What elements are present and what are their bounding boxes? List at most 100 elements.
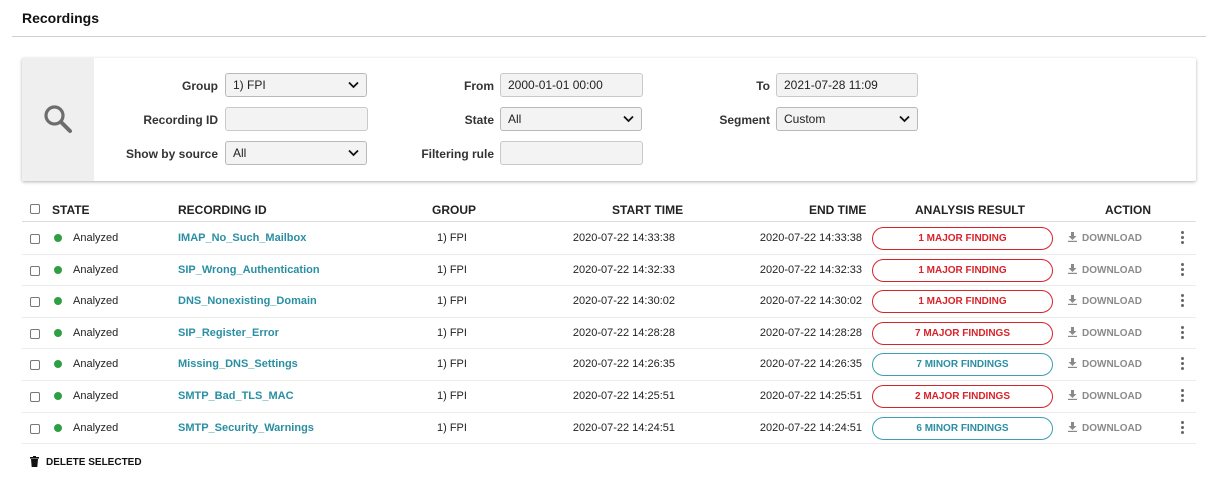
- row-checkbox[interactable]: [30, 392, 40, 402]
- table-row[interactable]: Analyzed DNS_Nonexisting_Domain 1) FPI 2020…: [22, 286, 1196, 318]
- end-time-text: 2020-07-22 14:26:35: [759, 358, 862, 371]
- download-label: DOWNLOAD: [1082, 422, 1142, 434]
- row-checkbox[interactable]: [30, 297, 40, 308]
- state-select[interactable]: All: [500, 107, 642, 131]
- more-actions-kebab-icon[interactable]: [1177, 325, 1187, 342]
- recording-id-link[interactable]: IMAP_No_Such_Mailbox: [178, 232, 306, 244]
- more-actions-kebab-icon[interactable]: [1177, 357, 1187, 373]
- download-label: DOWNLOAD: [1082, 296, 1142, 308]
- row-checkbox[interactable]: [30, 423, 40, 434]
- analysis-result-badge[interactable]: 7 MINOR FINDINGS: [872, 353, 1053, 377]
- download-icon: [1068, 326, 1077, 337]
- search-icon: [44, 105, 72, 133]
- analysis-result-badge[interactable]: 6 MINOR FINDINGS: [872, 416, 1053, 440]
- row-checkbox[interactable]: [30, 360, 40, 371]
- to-date-input[interactable]: 2021-07-28 11:09: [776, 73, 918, 97]
- more-actions-kebab-icon[interactable]: [1177, 294, 1187, 310]
- col-state-header[interactable]: STATE: [52, 203, 90, 217]
- state-text: Analyzed: [73, 232, 119, 244]
- table-row[interactable]: Analyzed SMTP_Bad_TLS_MAC 1) FPI 2020-07-22…: [22, 381, 1196, 413]
- page-title: Recordings: [22, 10, 100, 26]
- download-button[interactable]: DOWNLOAD: [1068, 295, 1142, 307]
- more-actions-kebab-icon[interactable]: [1177, 262, 1187, 279]
- end-time-text: 2020-07-22 14:32:33: [759, 263, 862, 276]
- state-indicator-icon: [54, 423, 62, 432]
- col-recording-id-header[interactable]: RECORDING ID: [178, 203, 267, 217]
- recording-id-label: Recording ID: [143, 113, 218, 127]
- chevron-down-icon: [348, 81, 359, 89]
- row-checkbox[interactable]: [30, 328, 40, 339]
- recording-id-link[interactable]: DNS_Nonexisting_Domain: [178, 295, 317, 307]
- recording-id-link[interactable]: SMTP_Bad_TLS_MAC: [178, 390, 294, 402]
- end-time-text: 2020-07-22 14:33:38: [759, 232, 862, 244]
- show-by-source-value: All: [233, 146, 247, 160]
- select-all-checkbox[interactable]: [30, 204, 40, 214]
- row-checkbox[interactable]: [30, 234, 40, 244]
- more-actions-kebab-icon[interactable]: [1177, 389, 1187, 405]
- recording-id-link[interactable]: SMTP_Security_Warnings: [178, 422, 314, 434]
- analysis-result-badge[interactable]: 7 MAJOR FINDINGS: [872, 321, 1053, 345]
- recording-id-link[interactable]: Missing_DNS_Settings: [178, 358, 298, 370]
- state-text: Analyzed: [73, 390, 119, 402]
- table-row[interactable]: Analyzed IMAP_No_Such_Mailbox 1) FPI 2020-0…: [22, 223, 1196, 255]
- state-indicator-icon: [54, 234, 62, 242]
- col-action-header: ACTION: [1105, 203, 1151, 217]
- analysis-result-badge[interactable]: 1 MAJOR FINDING: [872, 258, 1053, 282]
- download-label: DOWNLOAD: [1082, 264, 1142, 276]
- filtering-rule-input[interactable]: [500, 141, 643, 165]
- start-time-text: 2020-07-22 14:28:28: [572, 326, 675, 339]
- analysis-result-badge[interactable]: 1 MAJOR FINDING: [872, 227, 1053, 250]
- download-button[interactable]: DOWNLOAD: [1068, 358, 1142, 370]
- recording-id-link[interactable]: SIP_Register_Error: [178, 327, 279, 339]
- from-date-input[interactable]: 2000-01-01 00:00: [500, 73, 643, 97]
- state-indicator-icon: [54, 328, 62, 337]
- download-label: DOWNLOAD: [1082, 233, 1142, 244]
- more-actions-kebab-icon[interactable]: [1177, 231, 1187, 247]
- group-text: 1) FPI: [437, 421, 467, 434]
- segment-select[interactable]: Custom: [776, 107, 918, 131]
- state-label: State: [464, 113, 494, 127]
- recording-id-input[interactable]: [225, 107, 368, 131]
- analysis-result-badge[interactable]: 1 MAJOR FINDING: [872, 290, 1053, 314]
- download-button[interactable]: DOWNLOAD: [1068, 421, 1142, 434]
- col-analysis-result-header[interactable]: ANALYSIS RESULT: [915, 203, 1025, 217]
- table-row[interactable]: Analyzed SIP_Register_Error 1) FPI 2020-07-…: [22, 318, 1196, 350]
- filter-panel: Group 1) FPI Recording ID Show by source…: [22, 58, 1196, 181]
- end-time-text: 2020-07-22 14:30:02: [759, 295, 862, 308]
- col-group-header[interactable]: GROUP: [432, 203, 476, 217]
- recording-id-link[interactable]: SIP_Wrong_Authentication: [178, 264, 320, 276]
- more-actions-kebab-icon[interactable]: [1177, 420, 1187, 437]
- start-time-text: 2020-07-22 14:25:51: [572, 390, 675, 402]
- download-icon: [1068, 421, 1077, 432]
- analysis-result-badge[interactable]: 2 MAJOR FINDINGS: [872, 385, 1053, 408]
- table-row[interactable]: Analyzed Missing_DNS_Settings 1) FPI 2020-0…: [22, 349, 1196, 381]
- show-by-source-label: Show by source: [125, 147, 218, 161]
- chevron-down-icon: [899, 115, 910, 123]
- download-icon: [1068, 358, 1077, 369]
- delete-selected-label: DELETE SELECTED: [46, 457, 142, 468]
- download-icon: [1068, 295, 1077, 306]
- search-button[interactable]: [22, 58, 94, 181]
- group-text: 1) FPI: [437, 263, 467, 276]
- group-select[interactable]: 1) FPI: [225, 73, 367, 97]
- state-value: All: [508, 112, 522, 126]
- download-button[interactable]: DOWNLOAD: [1068, 232, 1142, 244]
- start-time-text: 2020-07-22 14:26:35: [572, 358, 675, 371]
- filtering-rule-label: Filtering rule: [421, 147, 494, 161]
- col-start-time-header[interactable]: START TIME: [612, 203, 683, 217]
- start-time-text: 2020-07-22 14:24:51: [572, 421, 675, 434]
- download-button[interactable]: DOWNLOAD: [1068, 263, 1142, 276]
- delete-selected-button[interactable]: DELETE SELECTED: [30, 456, 142, 468]
- table-row[interactable]: Analyzed SIP_Wrong_Authentication 1) FPI 20…: [22, 255, 1196, 287]
- show-by-source-select[interactable]: All: [225, 141, 367, 165]
- group-text: 1) FPI: [437, 232, 467, 244]
- download-button[interactable]: DOWNLOAD: [1068, 390, 1142, 402]
- group-value: 1) FPI: [233, 78, 266, 92]
- download-button[interactable]: DOWNLOAD: [1068, 326, 1142, 339]
- table-row[interactable]: Analyzed SMTP_Security_Warnings 1) FPI 2020…: [22, 413, 1196, 445]
- state-indicator-icon: [54, 360, 62, 369]
- row-checkbox[interactable]: [30, 265, 40, 276]
- download-icon: [1068, 390, 1077, 400]
- col-end-time-header[interactable]: END TIME: [809, 203, 866, 217]
- group-text: 1) FPI: [437, 326, 467, 339]
